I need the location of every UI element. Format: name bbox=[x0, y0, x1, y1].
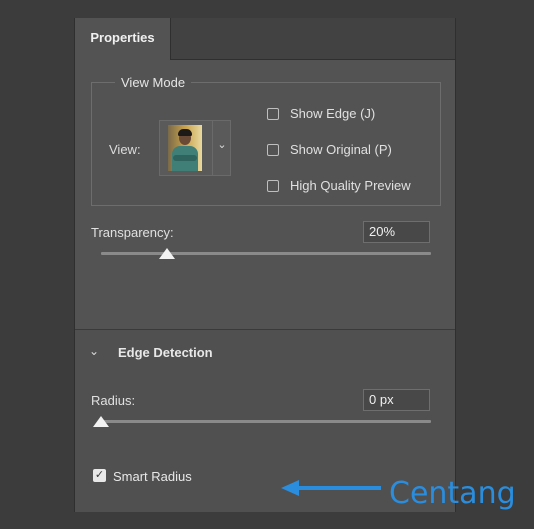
edge-detection-title[interactable]: Edge Detection bbox=[118, 345, 213, 360]
show-original-label: Show Original (P) bbox=[290, 142, 392, 157]
transparency-input[interactable]: 20% bbox=[363, 221, 430, 243]
radius-label: Radius: bbox=[91, 393, 136, 408]
view-mode-legend: View Mode bbox=[115, 75, 192, 90]
tab-bar: Properties bbox=[75, 18, 455, 60]
show-edge-label: Show Edge (J) bbox=[290, 106, 376, 121]
chevron-down-icon[interactable]: ⌄ bbox=[216, 139, 228, 151]
annotation-text: Centang bbox=[389, 476, 516, 511]
collapse-chevron-icon[interactable]: ⌄ bbox=[89, 344, 99, 358]
radius-slider-handle[interactable] bbox=[93, 416, 109, 427]
show-original-checkbox[interactable] bbox=[267, 144, 279, 156]
tab-properties[interactable]: Properties bbox=[75, 18, 171, 60]
view-label: View: bbox=[109, 142, 141, 157]
smart-radius-label: Smart Radius bbox=[113, 469, 192, 484]
high-quality-preview-label: High Quality Preview bbox=[290, 178, 411, 193]
high-quality-preview-checkbox[interactable] bbox=[267, 180, 279, 192]
show-edge-checkbox[interactable] bbox=[267, 108, 279, 120]
radius-input[interactable]: 0 px bbox=[363, 389, 430, 411]
radius-slider-track[interactable] bbox=[101, 420, 431, 423]
transparency-slider-track[interactable] bbox=[101, 252, 431, 255]
view-dropdown[interactable]: ⌄ bbox=[159, 120, 231, 176]
view-thumbnail bbox=[168, 125, 202, 171]
transparency-slider-handle[interactable] bbox=[159, 248, 175, 259]
transparency-label: Transparency: bbox=[91, 225, 174, 240]
smart-radius-checkbox[interactable]: ✓ bbox=[93, 469, 106, 482]
properties-panel: Properties View Mode View: ⌄ Show Edge (… bbox=[74, 18, 516, 512]
arrow-left-icon bbox=[281, 480, 381, 496]
section-divider bbox=[75, 329, 455, 330]
